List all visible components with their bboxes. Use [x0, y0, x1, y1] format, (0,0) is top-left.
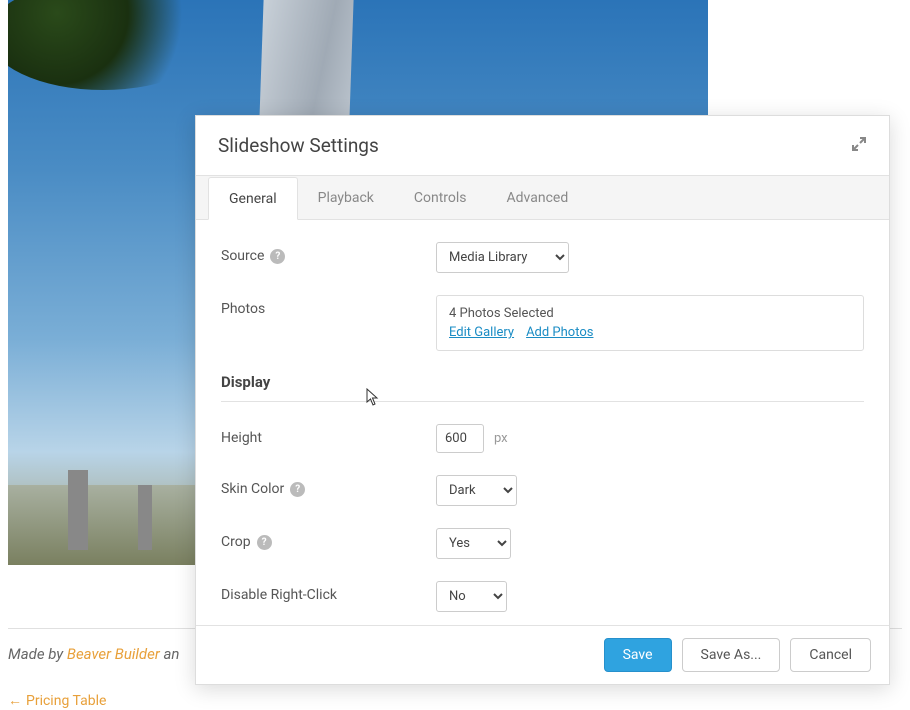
slideshow-settings-modal: Slideshow Settings General Playback Cont… [195, 115, 890, 685]
disable-right-click-select[interactable]: No [436, 581, 507, 612]
tab-controls[interactable]: Controls [394, 177, 487, 220]
field-source: Source ? Media Library [221, 242, 864, 273]
photos-label: Photos [221, 295, 436, 317]
save-as-button[interactable]: Save As... [682, 638, 781, 672]
field-photos: Photos 4 Photos Selected Edit Gallery Add… [221, 295, 864, 351]
source-label: Source ? [221, 242, 436, 264]
modal-body[interactable]: Source ? Media Library Photos 4 Photos S… [196, 220, 889, 625]
photos-box: 4 Photos Selected Edit Gallery Add Photos [436, 295, 864, 351]
crop-select[interactable]: Yes [436, 528, 511, 559]
beaver-builder-link[interactable]: Beaver Builder [67, 645, 160, 663]
tab-playback[interactable]: Playback [298, 177, 394, 220]
modal-title: Slideshow Settings [218, 134, 379, 157]
tab-general[interactable]: General [208, 177, 298, 220]
height-label: Height [221, 424, 436, 446]
edit-gallery-link[interactable]: Edit Gallery [449, 325, 514, 340]
display-section-heading: Display [221, 373, 864, 402]
add-photos-link[interactable]: Add Photos [526, 325, 593, 340]
photos-status: 4 Photos Selected [449, 306, 851, 321]
height-input[interactable] [436, 424, 484, 453]
skin-color-select[interactable]: Dark [436, 475, 517, 506]
tab-advanced[interactable]: Advanced [487, 177, 589, 220]
field-disable-right-click: Disable Right-Click No [221, 581, 864, 612]
help-icon[interactable]: ? [290, 482, 305, 497]
tabs-bar: General Playback Controls Advanced [196, 176, 889, 220]
expand-icon[interactable] [851, 136, 867, 156]
cancel-button[interactable]: Cancel [790, 638, 871, 672]
save-button[interactable]: Save [604, 638, 672, 672]
prev-page-link[interactable]: ←Pricing Table [8, 692, 106, 709]
leaves-graphic [8, 0, 218, 90]
arrow-left-icon: ← [8, 693, 22, 709]
skin-color-label: Skin Color ? [221, 475, 436, 497]
help-icon[interactable]: ? [270, 249, 285, 264]
source-select[interactable]: Media Library [436, 242, 569, 273]
crop-label: Crop ? [221, 528, 436, 550]
modal-footer: Save Save As... Cancel [196, 625, 889, 684]
field-crop: Crop ? Yes [221, 528, 864, 559]
field-height: Height px [221, 424, 864, 453]
height-unit: px [494, 431, 508, 446]
disable-right-click-label: Disable Right-Click [221, 581, 436, 603]
help-icon[interactable]: ? [257, 535, 272, 550]
modal-header: Slideshow Settings [196, 116, 889, 176]
field-skin-color: Skin Color ? Dark [221, 475, 864, 506]
